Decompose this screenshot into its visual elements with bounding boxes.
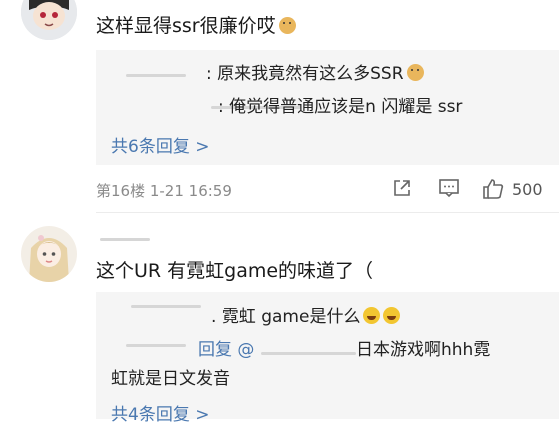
divider xyxy=(96,212,559,213)
reply-item[interactable]: : 原来我竟然有这么多SSR xyxy=(206,63,424,85)
reply-item[interactable]: . 霓虹 game是什么 xyxy=(211,306,401,328)
redacted-username xyxy=(131,305,201,308)
reply-count-link[interactable]: 共6条回复 > xyxy=(111,132,209,157)
reply-item[interactable]: 虹就是日文发音 xyxy=(111,368,230,390)
reply-item[interactable]: : 俺觉得普通应该是n 闪耀是 ssr xyxy=(218,96,462,118)
laugh-cry-emoji-icon xyxy=(383,307,401,324)
comment-icon[interactable] xyxy=(438,178,460,200)
reply-item[interactable]: 回复 @ xyxy=(198,339,254,361)
reply-item[interactable]: 日本游戏啊hhh霓 xyxy=(356,339,490,361)
reply-text: 日本游戏啊hhh霓 xyxy=(356,340,491,360)
comment-text: 这样显得ssr很廉价哎 xyxy=(96,13,296,39)
redacted-username xyxy=(126,74,186,77)
comment-meta: 第16楼 1-21 16:59 xyxy=(96,182,232,200)
redacted-username xyxy=(126,344,186,347)
reply-text: 虹就是日文发音 xyxy=(111,369,230,389)
like-count: 500 xyxy=(512,180,543,199)
laugh-cry-emoji-icon xyxy=(363,307,381,324)
comment-text-content: 这样显得ssr很廉价哎 xyxy=(96,15,276,37)
reply-prefix[interactable]: 回复 @ xyxy=(198,340,254,360)
like-icon[interactable] xyxy=(482,178,504,200)
avatar-commenter-2[interactable] xyxy=(21,226,77,282)
comment-text: 这个UR 有霓虹game的味道了（ xyxy=(96,260,374,282)
reply-count-link[interactable]: 共4条回复 > xyxy=(111,400,209,425)
reply-box[interactable]: : 原来我竟然有这么多SSR : 俺觉得普通应该是n 闪耀是 ssr 共6条回复… xyxy=(96,50,559,165)
share-icon[interactable] xyxy=(392,178,412,200)
redacted-username xyxy=(261,352,356,355)
reply-box[interactable]: . 霓虹 game是什么 回复 @ 日本游戏啊hhh霓 虹就是日文发音 共4条回… xyxy=(96,292,559,425)
doge-emoji-icon xyxy=(406,64,424,81)
reply-text: 俺觉得普通应该是n 闪耀是 ssr xyxy=(229,97,463,117)
avatar-commenter-1[interactable] xyxy=(21,0,77,40)
doge-emoji-icon xyxy=(278,17,296,34)
reply-text: 霓虹 game是什么 xyxy=(221,307,361,327)
reply-text: 原来我竟然有这么多SSR xyxy=(217,64,404,84)
redacted-username xyxy=(100,238,150,241)
